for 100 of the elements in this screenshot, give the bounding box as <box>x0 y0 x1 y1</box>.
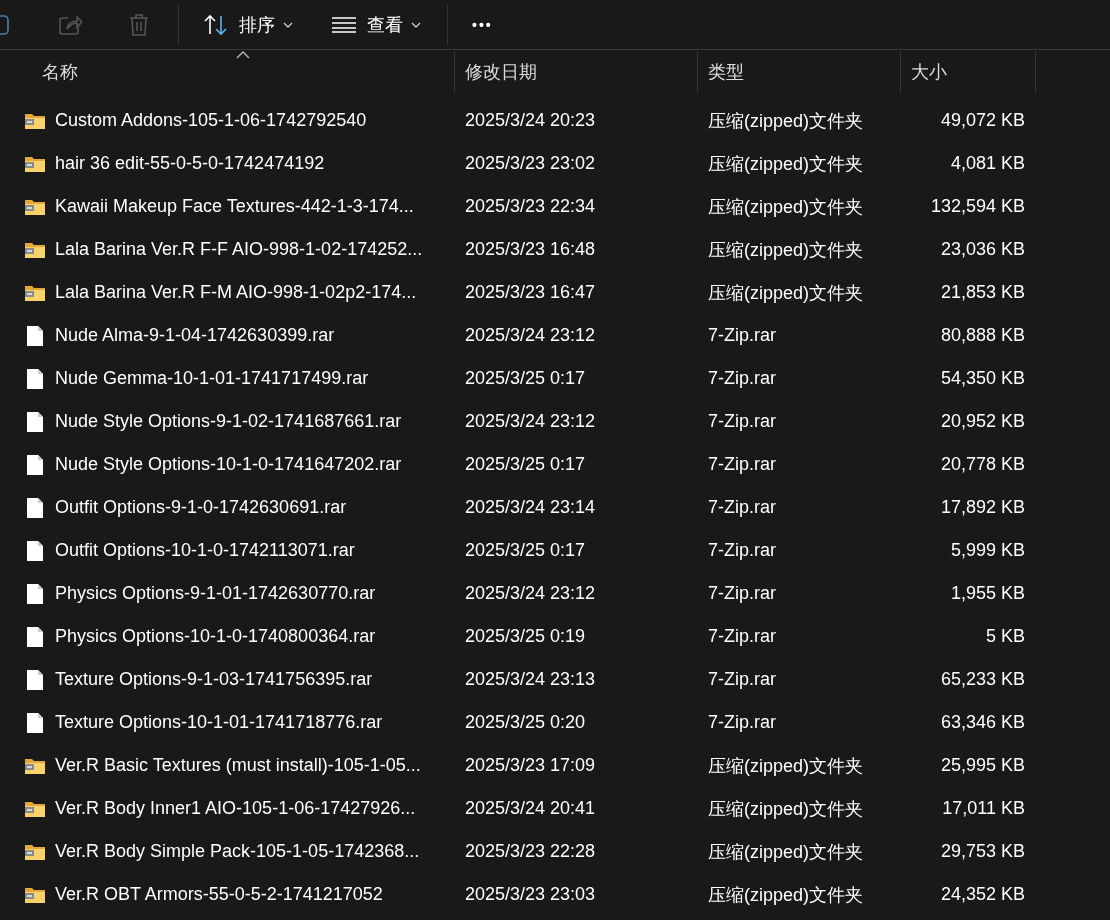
column-header[interactable]: 修改日期 <box>455 51 698 93</box>
file-name[interactable]: Ver.R OBT Armors-55-0-5-2-1741217052 <box>55 884 383 905</box>
file-name[interactable]: Lala Barina Ver.R F-M AIO-998-1-02p2-174... <box>55 282 417 303</box>
file-size: 49,072 KB <box>939 110 1026 131</box>
file-size: 132,594 KB <box>929 196 1026 217</box>
file-name[interactable]: Lala Barina Ver.R F-F AIO-998-1-02-174252... <box>55 239 423 260</box>
file-type: 7-Zip.rar <box>707 497 777 518</box>
sort-arrows-icon <box>203 13 229 36</box>
modified-date: 2025/3/24 23:12 <box>464 411 597 432</box>
file-size: 1,955 KB <box>949 583 1026 604</box>
file-type: 7-Zip.rar <box>707 325 777 346</box>
file-size: 4,081 KB <box>949 153 1026 174</box>
file-name[interactable]: Kawaii Makeup Face Textures-442-1-3-174... <box>55 196 414 217</box>
modified-date: 2025/3/23 23:02 <box>464 153 597 174</box>
file-name[interactable]: Physics Options-10-1-0-1740800364.rar <box>55 626 376 647</box>
file-icon <box>26 367 44 390</box>
modified-date: 2025/3/25 0:20 <box>464 712 587 733</box>
modified-date: 2025/3/25 0:17 <box>464 540 587 561</box>
sort-button[interactable]: 排序 <box>195 8 301 41</box>
share-icon[interactable] <box>58 13 82 36</box>
zip-folder-icon <box>24 240 46 259</box>
file-type: 7-Zip.rar <box>707 454 777 475</box>
file-name[interactable]: Nude Style Options-9-1-02-1741687661.rar <box>55 411 402 432</box>
file-icon <box>26 711 44 734</box>
file-type: 压缩(zipped)文件夹 <box>707 754 865 778</box>
file-size: 5,999 KB <box>949 540 1026 561</box>
file-size: 20,952 KB <box>939 411 1026 432</box>
file-type: 压缩(zipped)文件夹 <box>707 840 865 864</box>
caret-icon <box>283 21 293 28</box>
file-icon <box>26 582 44 605</box>
file-icon <box>26 668 44 691</box>
file-name[interactable]: Physics Options-9-1-01-1742630770.rar <box>55 583 376 604</box>
zip-folder-icon <box>24 197 46 216</box>
column-header[interactable]: 类型 <box>698 51 901 93</box>
modified-date: 2025/3/24 23:12 <box>464 583 597 604</box>
modified-date: 2025/3/23 16:47 <box>464 282 597 303</box>
zip-folder-icon <box>24 799 46 818</box>
file-name[interactable]: Ver.R Body Simple Pack-105-1-05-1742368... <box>55 841 420 862</box>
file-name[interactable]: Ver.R Basic Textures (must install)-105-1-05... <box>55 755 421 776</box>
modified-date: 2025/3/25 0:19 <box>464 626 587 647</box>
file-type: 7-Zip.rar <box>707 411 777 432</box>
view-button[interactable]: 查看 <box>323 8 429 41</box>
file-type: 压缩(zipped)文件夹 <box>707 195 865 219</box>
file-name[interactable]: Outfit Options-10-1-0-1742113071.rar <box>55 540 355 561</box>
modified-date: 2025/3/25 0:17 <box>464 454 587 475</box>
file-type: 压缩(zipped)文件夹 <box>707 238 865 262</box>
column-header[interactable]: 大小 <box>901 51 1036 93</box>
zip-folder-icon <box>24 756 46 775</box>
file-type: 压缩(zipped)文件夹 <box>707 152 865 176</box>
file-name[interactable]: Nude Alma-9-1-04-1742630399.rar <box>55 325 335 346</box>
file-size: 17,011 KB <box>941 798 1026 819</box>
file-size: 24,352 KB <box>939 884 1026 905</box>
lines-icon <box>331 15 357 34</box>
column-header[interactable]: 名称 <box>0 51 455 93</box>
file-name[interactable]: Texture Options-10-1-01-1741718776.rar <box>55 712 383 733</box>
file-type: 压缩(zipped)文件夹 <box>707 883 865 907</box>
file-name[interactable]: Outfit Options-9-1-0-1742630691.rar <box>55 497 347 518</box>
file-size: 80,888 KB <box>939 325 1026 346</box>
file-icon <box>26 625 44 648</box>
file-icon <box>26 453 44 476</box>
file-size: 25,995 KB <box>939 755 1026 776</box>
modified-date: 2025/3/25 0:17 <box>464 368 587 389</box>
modified-date: 2025/3/24 23:14 <box>464 497 597 518</box>
file-type: 压缩(zipped)文件夹 <box>707 109 865 133</box>
file-icon <box>26 410 44 433</box>
modified-date: 2025/3/23 22:34 <box>464 196 597 217</box>
file-type: 7-Zip.rar <box>707 712 777 733</box>
file-icon <box>26 324 44 347</box>
zip-folder-icon <box>24 885 46 904</box>
file-name[interactable]: Nude Style Options-10-1-0-1741647202.rar <box>55 454 402 475</box>
delete-icon[interactable] <box>128 12 150 37</box>
file-size: 5 KB <box>984 626 1026 647</box>
file-icon <box>26 539 44 562</box>
caret-icon <box>411 21 421 28</box>
file-name[interactable]: Custom Addons-105-1-06-1742792540 <box>55 110 367 131</box>
modified-date: 2025/3/23 17:09 <box>464 755 597 776</box>
zip-folder-icon <box>24 842 46 861</box>
file-type: 压缩(zipped)文件夹 <box>707 797 865 821</box>
file-type: 压缩(zipped)文件夹 <box>707 281 865 305</box>
file-name[interactable]: hair 36 edit-55-0-5-0-1742474192 <box>55 153 325 174</box>
modified-date: 2025/3/23 23:03 <box>464 884 597 905</box>
file-name[interactable]: Texture Options-9-1-03-1741756395.rar <box>55 669 373 690</box>
file-size: 20,778 KB <box>939 454 1026 475</box>
more-button[interactable]: ••• <box>464 12 501 37</box>
modified-date: 2025/3/24 23:12 <box>464 325 597 346</box>
file-type: 7-Zip.rar <box>707 368 777 389</box>
file-size: 23,036 KB <box>939 239 1026 260</box>
file-icon <box>26 496 44 519</box>
zip-folder-icon <box>24 154 46 173</box>
modified-date: 2025/3/24 20:23 <box>464 110 597 131</box>
modified-date: 2025/3/24 20:41 <box>464 798 597 819</box>
modified-date: 2025/3/23 16:48 <box>464 239 597 260</box>
file-type: 7-Zip.rar <box>707 669 777 690</box>
file-name[interactable]: Ver.R Body Inner1 AIO-105-1-06-17427926... <box>55 798 416 819</box>
file-name[interactable]: Nude Gemma-10-1-01-1741717499.rar <box>55 368 369 389</box>
file-size: 21,853 KB <box>939 282 1026 303</box>
file-size: 29,753 KB <box>939 841 1026 862</box>
modified-date: 2025/3/23 22:28 <box>464 841 597 862</box>
file-size: 65,233 KB <box>939 669 1026 690</box>
file-size: 54,350 KB <box>939 368 1026 389</box>
